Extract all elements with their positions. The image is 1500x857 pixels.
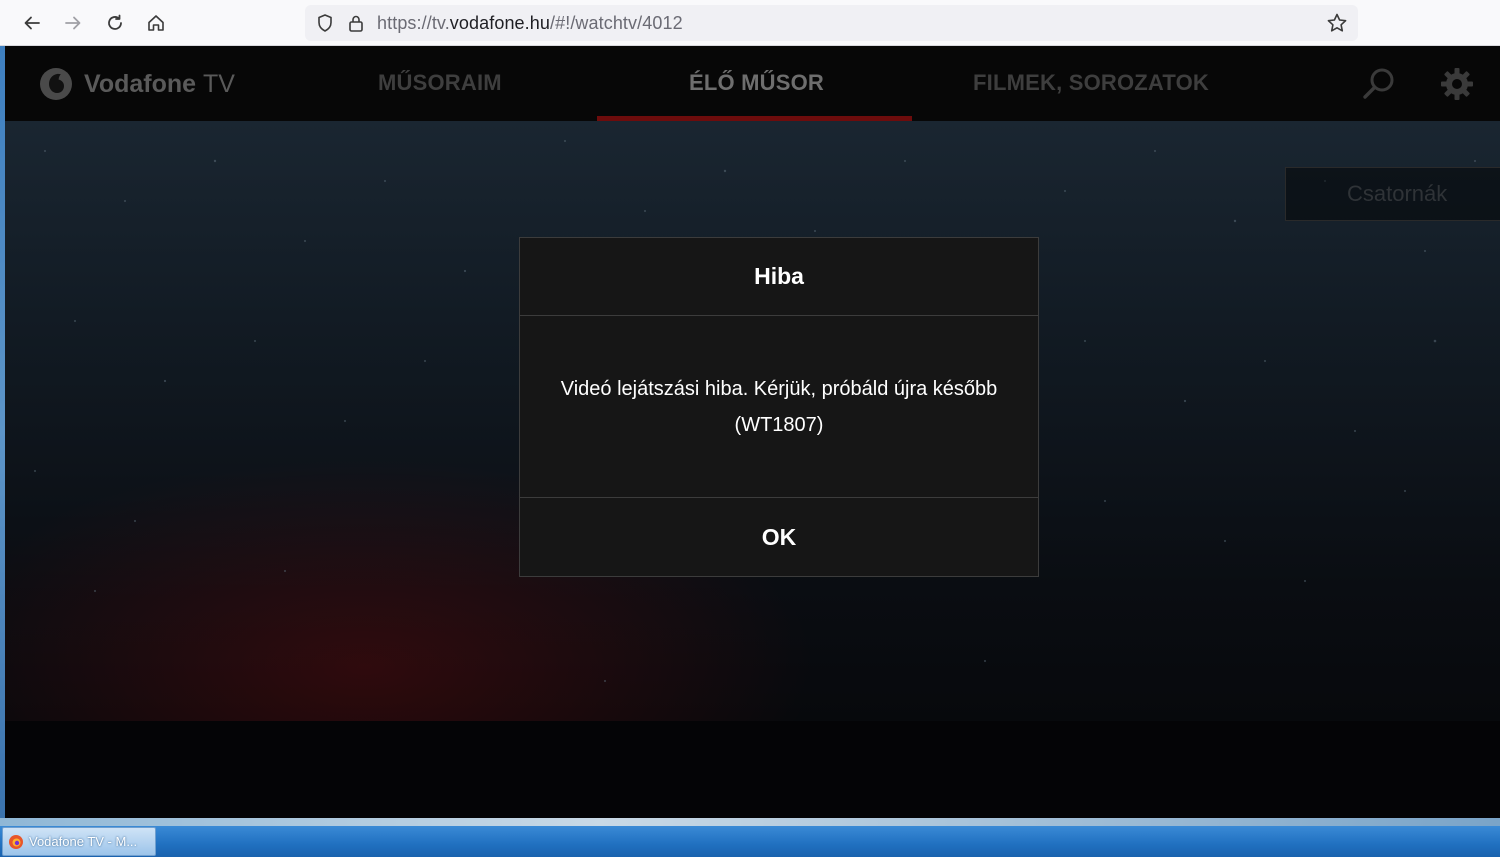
gear-icon[interactable] xyxy=(1439,66,1475,102)
vodafone-logo-icon xyxy=(40,68,72,100)
nav-live[interactable]: ÉLŐ MŰSOR xyxy=(689,70,824,96)
browser-toolbar: https://tv.vodafone.hu/#!/watchtv/4012 xyxy=(0,0,1500,46)
url-path: /#!/watchtv/4012 xyxy=(550,13,683,33)
forward-icon xyxy=(65,16,81,30)
url-text: https://tv.vodafone.hu/#!/watchtv/4012 xyxy=(377,13,683,34)
nav-my-shows[interactable]: MŰSORAIM xyxy=(378,70,502,96)
dialog-error-code: (WT1807) xyxy=(734,413,824,436)
desktop-background xyxy=(0,818,1500,826)
active-tab-indicator xyxy=(597,116,912,121)
ok-button[interactable]: OK xyxy=(520,498,1038,576)
dialog-title: Hiba xyxy=(520,238,1038,316)
top-navigation: Vodafone TV MŰSORAIM ÉLŐ MŰSOR FILMEK, S… xyxy=(5,46,1500,121)
taskbar: Vodafone TV - M... xyxy=(0,826,1500,857)
bookmark-star-icon[interactable] xyxy=(1326,12,1348,34)
firefox-icon xyxy=(9,834,23,849)
brand-name-main: Vodafone xyxy=(84,69,197,98)
shield-icon[interactable] xyxy=(315,13,335,33)
forward-button[interactable] xyxy=(57,7,89,39)
taskbar-item-browser[interactable]: Vodafone TV - M... xyxy=(2,827,156,856)
error-dialog: Hiba Videó lejátszási hiba. Kérjük, prób… xyxy=(519,237,1039,577)
page-footer-area xyxy=(5,721,1500,818)
home-icon xyxy=(148,15,164,31)
address-bar[interactable]: https://tv.vodafone.hu/#!/watchtv/4012 xyxy=(305,5,1358,41)
url-prefix: https://tv. xyxy=(377,13,450,33)
brand-name: Vodafone TV xyxy=(84,70,235,99)
back-icon xyxy=(24,16,40,30)
dialog-message: Videó lejátszási hiba. Kérjük, próbáld ú… xyxy=(520,316,1038,498)
dialog-message-line1: Videó lejátszási hiba. Kérjük, próbáld ú… xyxy=(560,377,998,400)
back-button[interactable] xyxy=(16,7,48,39)
search-icon[interactable] xyxy=(1361,66,1397,102)
url-domain: vodafone.hu xyxy=(449,13,550,33)
reload-icon xyxy=(108,14,122,30)
home-button[interactable] xyxy=(140,7,172,39)
brand-logo[interactable]: Vodafone TV xyxy=(39,66,235,102)
lock-icon[interactable] xyxy=(347,13,365,33)
reload-button[interactable] xyxy=(99,7,131,39)
taskbar-item-label: Vodafone TV - M... xyxy=(29,834,138,849)
brand-name-suffix: TV xyxy=(203,69,235,98)
channels-button[interactable]: Csatornák xyxy=(1285,167,1500,221)
nav-movies-series[interactable]: FILMEK, SOROZATOK xyxy=(973,70,1209,96)
